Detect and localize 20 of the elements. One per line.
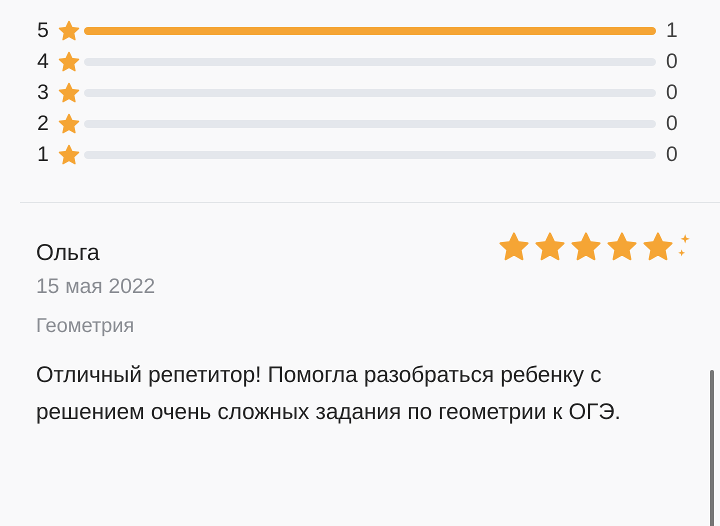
rating-score: 5	[36, 18, 50, 42]
star-icon	[57, 142, 81, 166]
review-subject: Геометрия	[36, 315, 136, 338]
review-date: 15 мая 2022	[36, 275, 156, 299]
rating-score: 1	[36, 142, 50, 166]
rating-score: 4	[36, 50, 50, 74]
star-icon	[57, 80, 81, 104]
rating-count: 0	[666, 80, 679, 104]
star-icon	[57, 18, 81, 42]
rating-count: 0	[666, 50, 679, 74]
rating-count: 0	[666, 112, 679, 136]
rating-count: 0	[666, 142, 679, 166]
rating-score: 2	[36, 112, 50, 136]
star-icon	[57, 50, 81, 74]
review-text: Отличный репетитор! Помогла разобраться ребенку с решением очень сложных задания по геометрии к ОГЭ.	[36, 361, 622, 426]
star-icon	[57, 112, 81, 136]
rating-score: 3	[36, 80, 50, 104]
rating-count: 1	[666, 18, 679, 42]
author-name: Ольга	[36, 238, 100, 266]
scrollbar[interactable]	[710, 370, 714, 526]
